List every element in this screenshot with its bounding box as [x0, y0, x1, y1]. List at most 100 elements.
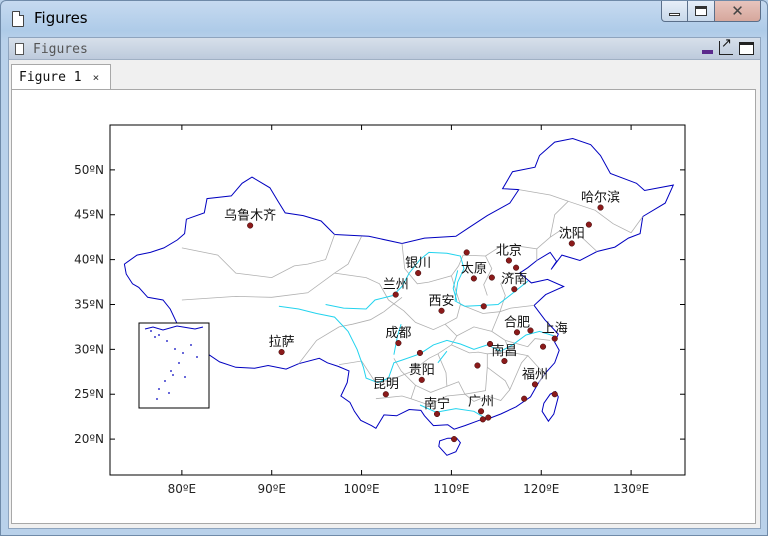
inset-island	[190, 344, 192, 346]
inset-island	[178, 362, 180, 364]
city-marker	[501, 357, 508, 365]
x-tick-label: 100ºE	[343, 482, 379, 496]
city-marker	[488, 274, 495, 281]
city-marker	[521, 395, 528, 402]
plot-frame	[109, 124, 686, 476]
panel-header: Figures	[9, 36, 760, 60]
inset-island	[174, 348, 176, 350]
y-tick-label: 30ºN	[74, 342, 104, 356]
city-marker	[539, 343, 547, 350]
maximize-icon	[695, 6, 707, 16]
title-bar[interactable]: Figures ✕	[1, 1, 767, 37]
city-marker	[505, 257, 512, 264]
city-marker	[551, 391, 558, 398]
city-label: 广州	[468, 394, 494, 409]
client-area: Figures Figure 1 × 80ºE 90ºE 100ºE 110ºE 120…	[8, 36, 761, 529]
city-label: 哈尔滨	[581, 190, 620, 206]
y-tick-label: 25ºN	[74, 387, 104, 401]
city-label: 兰州	[383, 278, 409, 293]
inset-island	[158, 334, 160, 336]
window-controls: ✕	[661, 1, 761, 23]
city-label: 拉萨	[269, 335, 295, 350]
document-icon	[15, 43, 24, 55]
inset-island	[156, 398, 158, 400]
tab-bar: Figure 1 ×	[9, 61, 760, 90]
city-marker	[395, 340, 402, 347]
maximize-button[interactable]	[688, 1, 715, 22]
close-button[interactable]: ✕	[715, 1, 761, 22]
panel-minimize-icon[interactable]	[702, 50, 713, 54]
city-marker	[415, 270, 422, 277]
city-label: 济南	[501, 271, 527, 287]
city-marker	[585, 221, 592, 228]
city-marker	[433, 410, 441, 418]
inset-island	[184, 376, 186, 378]
city-label: 昆明	[373, 377, 399, 392]
x-tick-label: 90ºE	[257, 482, 286, 496]
city-marker	[474, 362, 481, 369]
city-label: 上海	[542, 322, 568, 337]
city-marker	[551, 335, 558, 342]
city-label: 南昌	[491, 343, 517, 359]
x-tick-label: 130ºE	[613, 482, 649, 496]
map-plot: 80ºE 90ºE 100ºE 110ºE 120ºE 130ºE 50ºN 45ºN 40ºN…	[74, 124, 686, 496]
inset-island	[182, 352, 184, 354]
undock-icon[interactable]	[719, 36, 733, 55]
tab-label: Figure 1	[19, 70, 82, 85]
city-label: 太原	[461, 261, 487, 276]
city-label: 福州	[522, 367, 548, 382]
y-tick-label: 35ºN	[74, 297, 104, 311]
city-marker	[418, 376, 425, 383]
document-icon	[12, 11, 24, 27]
figure-canvas[interactable]: 80ºE 90ºE 100ºE 110ºE 120ºE 130ºE 50ºN 45ºN 40ºN…	[11, 89, 756, 524]
city-marker	[470, 275, 477, 282]
x-tick-label: 110ºE	[433, 482, 469, 496]
inset-island	[168, 392, 170, 394]
panel-title: Figures	[33, 42, 88, 57]
inset-island	[164, 380, 166, 382]
close-icon: ✕	[731, 2, 744, 20]
city-marker	[416, 349, 424, 356]
figures-window: Figures ✕ Figures Figure 1 × 80ºE 90ºE 100…	[0, 0, 768, 536]
city-marker	[478, 408, 485, 415]
city-marker	[597, 204, 604, 211]
x-tick-label: 80ºE	[168, 482, 197, 496]
city-label: 南宁	[424, 396, 450, 412]
minimize-button[interactable]	[661, 1, 688, 22]
city-marker	[382, 391, 389, 398]
panel-tools	[702, 36, 754, 55]
city-label: 成都	[385, 326, 411, 341]
city-label: 合肥	[504, 315, 530, 330]
city-marker	[480, 303, 487, 310]
inset-island	[166, 340, 168, 342]
minimize-icon	[669, 12, 680, 16]
city-marker	[438, 307, 445, 314]
south-sea-inset	[138, 322, 210, 409]
y-tick-label: 45ºN	[74, 208, 104, 222]
city-label: 乌鲁木齐	[224, 208, 276, 224]
city-marker	[511, 286, 518, 293]
city-label: 西安	[429, 294, 455, 309]
city-label: 北京	[496, 244, 522, 259]
tab-close-icon[interactable]: ×	[93, 71, 100, 84]
city-label: 贵阳	[409, 363, 435, 378]
city-label: 沈阳	[559, 226, 585, 241]
city-marker	[513, 329, 521, 336]
panel-maximize-icon[interactable]	[739, 41, 754, 55]
city-marker	[463, 249, 470, 256]
tab-figure-1[interactable]: Figure 1 ×	[11, 64, 111, 90]
y-tick-label: 50ºN	[74, 163, 104, 177]
city-marker	[451, 436, 458, 443]
city-label: 银川	[405, 256, 431, 271]
inset-island	[150, 330, 152, 332]
city-marker	[531, 381, 539, 388]
inset-island	[154, 336, 156, 338]
city-marker	[278, 349, 285, 356]
inset-island	[158, 388, 160, 390]
city-marker	[513, 264, 520, 271]
city-marker	[485, 414, 492, 421]
inset-island	[172, 374, 174, 376]
y-tick-label: 40ºN	[74, 253, 104, 267]
city-marker	[247, 222, 254, 229]
inset-island	[170, 370, 172, 372]
